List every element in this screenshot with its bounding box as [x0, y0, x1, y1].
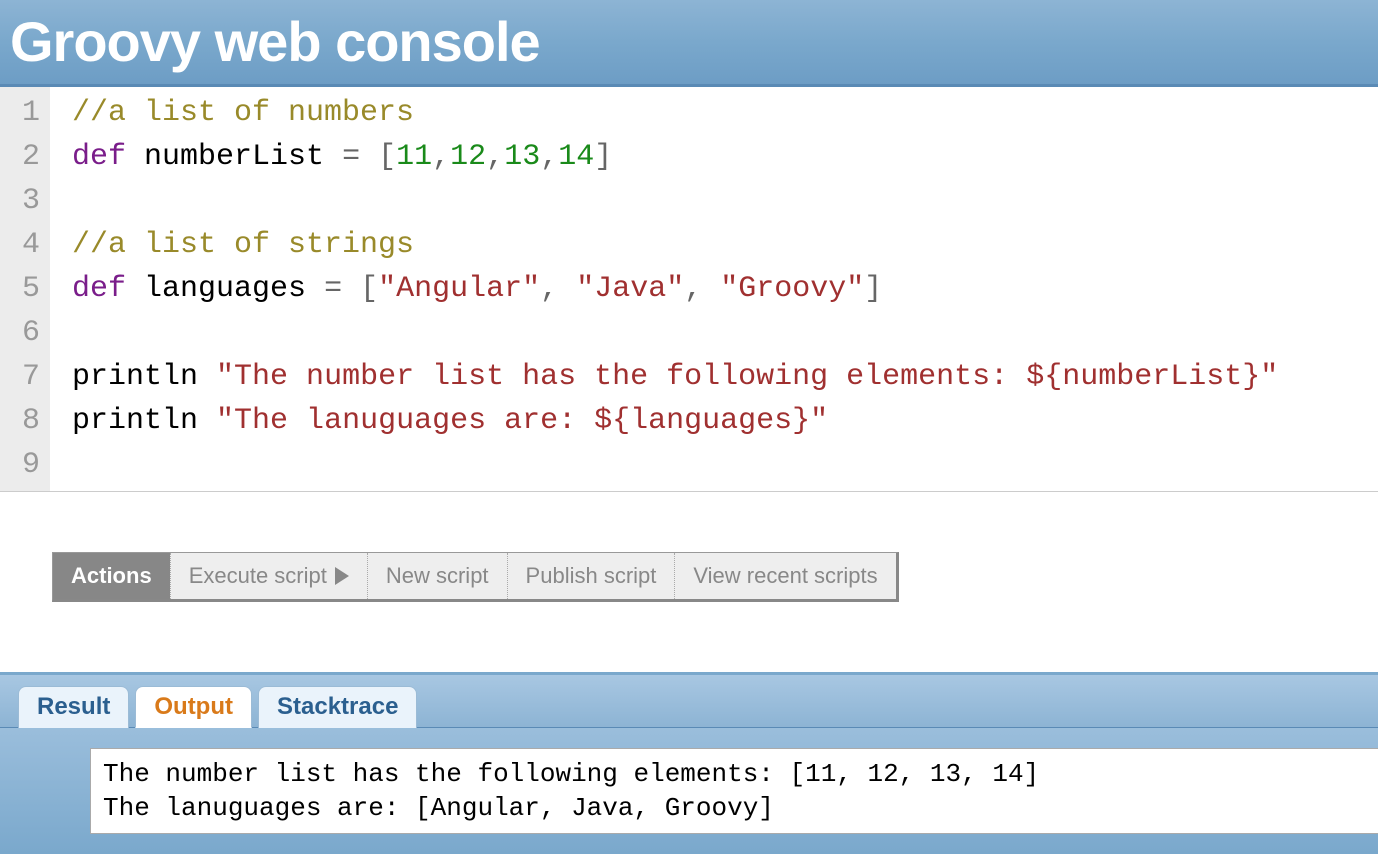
line-number: 8: [6, 399, 40, 443]
output-panel: Result Output Stacktrace The number list…: [0, 672, 1378, 854]
play-icon: [335, 567, 349, 585]
tab-stacktrace[interactable]: Stacktrace: [258, 686, 417, 728]
code-line[interactable]: [72, 311, 1378, 355]
line-number: 6: [6, 311, 40, 355]
line-number: 9: [6, 443, 40, 487]
line-number: 4: [6, 223, 40, 267]
publish-script-button[interactable]: Publish script: [507, 553, 675, 599]
output-tab-row: Result Output Stacktrace: [0, 675, 1378, 728]
code-line[interactable]: println "The lanuguages are: ${languages…: [72, 399, 1378, 443]
publish-script-label: Publish script: [526, 563, 657, 589]
code-line[interactable]: //a list of strings: [72, 223, 1378, 267]
page-title: Groovy web console: [10, 9, 540, 74]
line-number: 2: [6, 135, 40, 179]
line-number: 3: [6, 179, 40, 223]
app-header: Groovy web console: [0, 0, 1378, 87]
line-number: 1: [6, 91, 40, 135]
line-number: 7: [6, 355, 40, 399]
tab-output[interactable]: Output: [135, 686, 252, 728]
toolbar-container: Actions Execute script New script Publis…: [0, 492, 1378, 602]
new-script-button[interactable]: New script: [367, 553, 507, 599]
actions-toolbar: Actions Execute script New script Publis…: [52, 552, 899, 602]
line-number: 5: [6, 267, 40, 311]
execute-script-label: Execute script: [189, 563, 327, 589]
view-recent-scripts-label: View recent scripts: [693, 563, 877, 589]
code-line[interactable]: def languages = ["Angular", "Java", "Gro…: [72, 267, 1378, 311]
code-line[interactable]: [72, 443, 1378, 487]
actions-label: Actions: [53, 553, 170, 599]
output-text: The number list has the following elemen…: [90, 748, 1378, 834]
new-script-label: New script: [386, 563, 489, 589]
code-line[interactable]: //a list of numbers: [72, 91, 1378, 135]
code-line[interactable]: println "The number list has the followi…: [72, 355, 1378, 399]
code-editor[interactable]: 123456789 //a list of numbersdef numberL…: [0, 87, 1378, 492]
line-number-gutter: 123456789: [0, 87, 50, 491]
view-recent-scripts-button[interactable]: View recent scripts: [674, 553, 895, 599]
execute-script-button[interactable]: Execute script: [170, 553, 367, 599]
code-line[interactable]: def numberList = [11,12,13,14]: [72, 135, 1378, 179]
code-line[interactable]: [72, 179, 1378, 223]
code-area[interactable]: //a list of numbersdef numberList = [11,…: [50, 87, 1378, 491]
tab-result[interactable]: Result: [18, 686, 129, 728]
